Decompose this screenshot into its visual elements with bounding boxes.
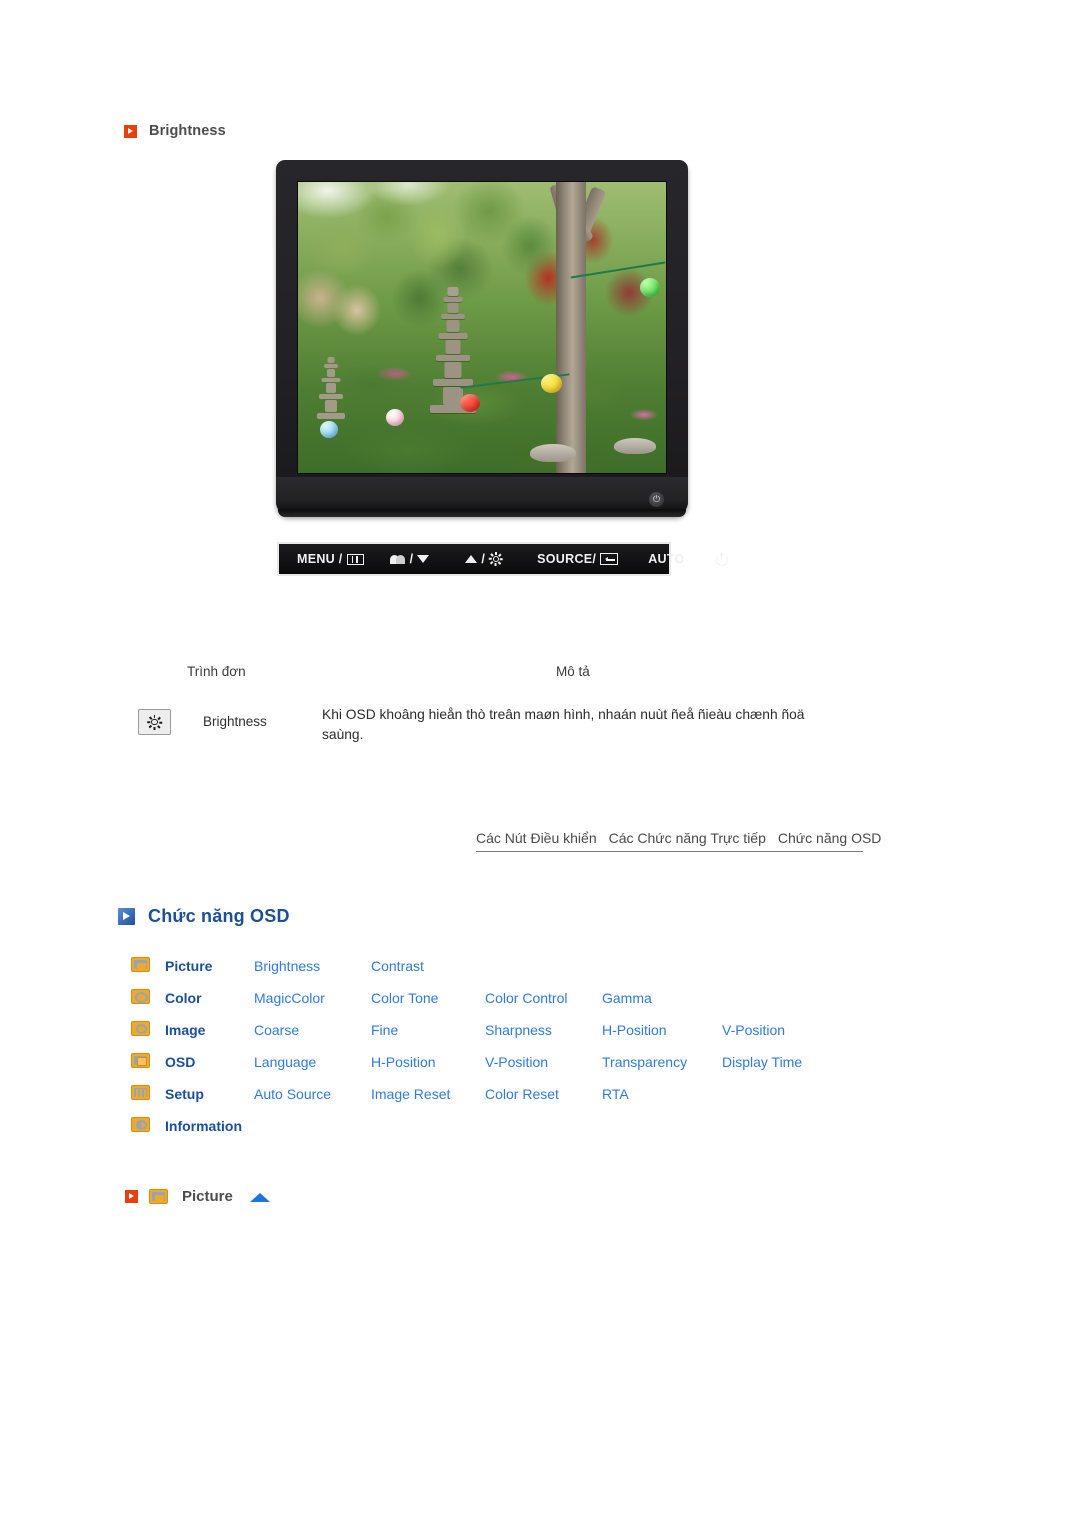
osd-item-contrast[interactable]: Contrast [371, 958, 424, 974]
power-button[interactable] [715, 552, 729, 566]
nav-link-control-buttons[interactable]: Các Nút Điều khiển [476, 830, 597, 846]
brightness-sun-icon [489, 552, 504, 566]
paper-lantern-yellow [540, 374, 562, 394]
separator-slash: / [481, 552, 486, 566]
osd-section-heading: Chức năng OSD [118, 906, 290, 927]
stone-pagoda-small [314, 356, 348, 423]
osd-category-image[interactable]: Image [165, 1014, 254, 1046]
table-row: Information [131, 1110, 911, 1142]
brightness-sun-icon [138, 709, 171, 735]
magicbright-down-button[interactable]: / [389, 552, 430, 566]
nav-link-osd-functions[interactable]: Chức năng OSD [778, 830, 882, 846]
information-icon [131, 1117, 150, 1132]
monitor-control-button-strip: MENU / / / SOURCE/ AUTO [277, 542, 723, 576]
brightness-section-heading: Brightness [124, 123, 226, 139]
magicbright-icon [389, 554, 406, 564]
osd-category-osd[interactable]: OSD [165, 1046, 254, 1078]
osd-item-h-position[interactable]: H-Position [371, 1054, 436, 1070]
osd-category-setup[interactable]: Setup [165, 1078, 254, 1110]
power-icon [715, 552, 729, 566]
osd-category-picture[interactable]: Picture [165, 950, 254, 982]
brightness-up-button[interactable]: / [465, 552, 504, 566]
monitor-base-shadow [278, 509, 686, 517]
triangle-down-icon [417, 555, 430, 563]
osd-item-color-reset[interactable]: Color Reset [485, 1086, 559, 1102]
menu-button[interactable]: MENU / [297, 552, 364, 566]
brightness-heading-label: Brightness [149, 123, 226, 139]
paper-lantern-pink [386, 408, 405, 426]
osd-item-h-position[interactable]: H-Position [602, 1022, 667, 1038]
osd-function-grid: Picture Brightness Contrast Color MagicC… [131, 950, 911, 1142]
table-row: Image Coarse Fine Sharpness H-Position V… [131, 1014, 911, 1046]
paper-lantern-blue [320, 420, 339, 438]
table-row-description: Khi OSD khoâng hieån thò treân maøn hình… [322, 707, 805, 742]
enter-icon [600, 553, 619, 565]
red-play-arrow-icon [124, 124, 137, 138]
image-icon [131, 1021, 150, 1036]
osd-item-brightness[interactable]: Brightness [254, 958, 320, 974]
osd-item-sharpness[interactable]: Sharpness [485, 1022, 552, 1038]
osd-heading-label: Chức năng OSD [148, 906, 290, 926]
table-row: Setup Auto Source Image Reset Color Rese… [131, 1078, 911, 1110]
color-icon [131, 989, 150, 1004]
osd-item-language[interactable]: Language [254, 1054, 316, 1070]
triangle-up-icon [465, 555, 478, 563]
osd-item-image-reset[interactable]: Image Reset [371, 1086, 450, 1102]
separator-slash: / [409, 552, 414, 566]
breadcrumb-nav-links: Các Nút Điều khiển Các Chức năng Trực ti… [476, 830, 881, 852]
picture-subsection-heading: Picture [125, 1188, 270, 1205]
paper-lantern-green [640, 278, 661, 298]
osd-item-v-position[interactable]: V-Position [485, 1054, 548, 1070]
table-row: Color MagicColor Color Tone Color Contro… [131, 982, 911, 1014]
auto-button[interactable]: AUTO [648, 552, 684, 566]
tree-trunk [555, 182, 586, 473]
osd-item-magiccolor[interactable]: MagicColor [254, 990, 325, 1006]
osd-item-color-tone[interactable]: Color Tone [371, 990, 438, 1006]
table-header-menu: Trình đơn [187, 664, 246, 679]
source-enter-button[interactable]: SOURCE/ [537, 552, 619, 566]
power-indicator-icon: ⏻ [649, 492, 664, 507]
osd-item-fine[interactable]: Fine [371, 1022, 398, 1038]
osd-item-display-time[interactable]: Display Time [722, 1054, 802, 1070]
garden-stone [529, 443, 576, 462]
osd-item-coarse[interactable]: Coarse [254, 1022, 299, 1038]
nav-link-direct-functions[interactable]: Các Chức năng Trực tiếp [609, 830, 766, 846]
red-play-arrow-icon [125, 1190, 138, 1203]
table-row: OSD Language H-Position V-Position Trans… [131, 1046, 911, 1078]
garden-stone [614, 438, 657, 455]
osd-item-color-control[interactable]: Color Control [485, 990, 567, 1006]
osd-category-information[interactable]: Information [165, 1110, 254, 1142]
osd-item-auto-source[interactable]: Auto Source [254, 1086, 331, 1102]
osd-category-color[interactable]: Color [165, 982, 254, 1014]
monitor-body: ⏻ [276, 160, 688, 515]
osd-item-v-position[interactable]: V-Position [722, 1022, 785, 1038]
osd-item-gamma[interactable]: Gamma [602, 990, 652, 1006]
auto-button-label: AUTO [648, 552, 685, 566]
monitor-screen [297, 181, 667, 474]
monitor-illustration: ⏻ [276, 160, 688, 517]
garden-photo [298, 182, 666, 473]
blue-play-arrow-icon [118, 908, 135, 925]
source-button-label: SOURCE/ [537, 552, 597, 566]
table-row: Picture Brightness Contrast [131, 950, 911, 982]
osd-item-rta[interactable]: RTA [602, 1086, 629, 1102]
picture-icon [131, 957, 150, 972]
picture-subsection-title: Picture [182, 1188, 233, 1205]
setup-icon [131, 1085, 150, 1100]
picture-icon [149, 1189, 168, 1204]
blue-up-arrow-icon[interactable] [249, 1193, 270, 1202]
osd-icon [131, 1053, 150, 1068]
menu-grid-icon [346, 553, 364, 565]
table-header-description: Mô tả [556, 664, 590, 679]
menu-button-label: MENU / [297, 552, 343, 566]
table-row-label: Brightness [203, 714, 267, 729]
osd-item-transparency[interactable]: Transparency [602, 1054, 687, 1070]
